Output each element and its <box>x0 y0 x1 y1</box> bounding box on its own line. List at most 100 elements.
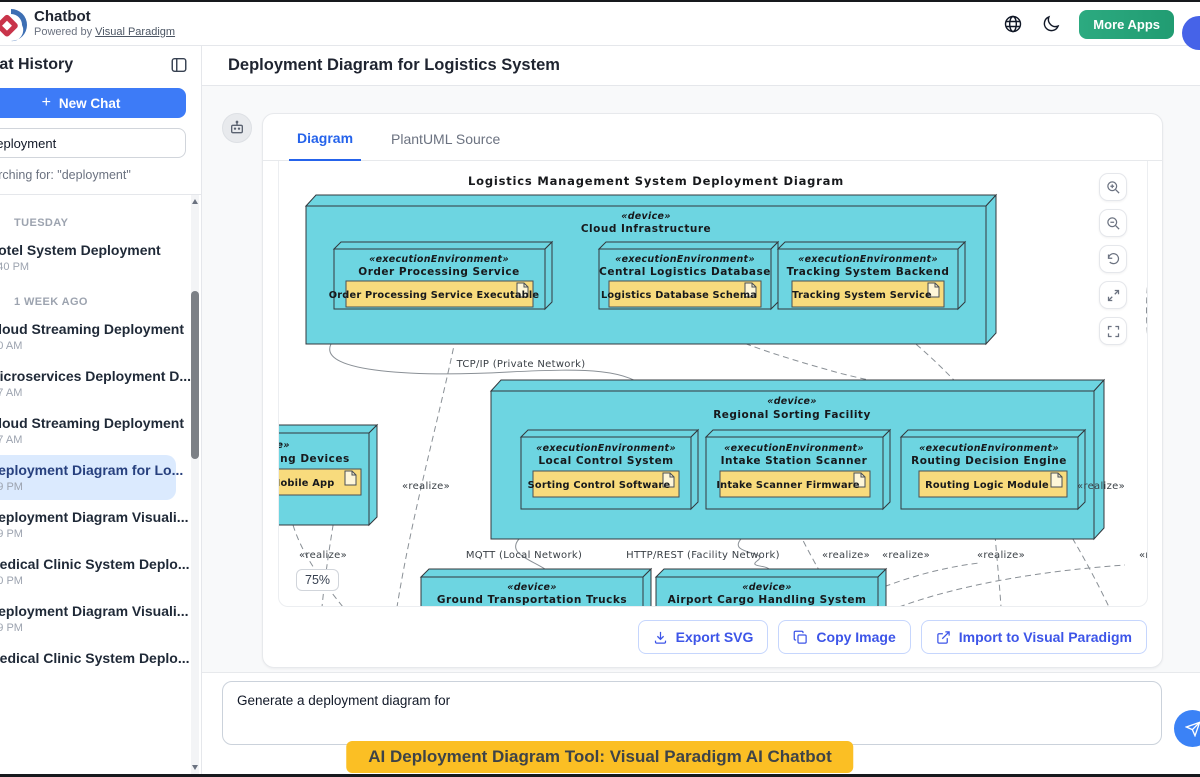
moon-icon[interactable] <box>1041 14 1061 34</box>
chat-history-item[interactable]: Cloud Streaming Deployment 9:37 AM <box>0 408 176 453</box>
edge-label-realize: «realize» <box>822 550 870 561</box>
svg-text:Intake Scanner Firmware: Intake Scanner Firmware <box>716 480 860 491</box>
chat-history-item-selected[interactable]: Deployment Diagram for Lo... 4:29 PM <box>0 455 176 500</box>
diagram-zoom-controls <box>1099 173 1127 345</box>
bot-avatar <box>222 113 252 143</box>
scrollbar-thumb[interactable] <box>191 291 199 459</box>
external-link-icon <box>936 630 951 645</box>
prompt-input[interactable]: Generate a deployment diagram for <box>222 681 1162 745</box>
edge-label-realize: «realize» <box>882 550 930 561</box>
chat-history-item[interactable]: Deployment Diagram Visuali... 4:29 PM <box>0 502 176 547</box>
svg-text:Routing Decision Engine: Routing Decision Engine <box>911 455 1067 467</box>
edge-label-realize: «realize» <box>1077 481 1125 492</box>
main-panel: Deployment Diagram for Logistics System … <box>202 46 1200 774</box>
promo-banner: AI Deployment Diagram Tool: Visual Parad… <box>346 741 853 773</box>
export-svg-button[interactable]: Export SVG <box>638 620 769 654</box>
chat-history-item[interactable]: Medical Clinic System Deplo... 3:20 PM <box>0 549 176 594</box>
app-title: Chatbot <box>34 9 175 26</box>
globe-icon[interactable] <box>1003 14 1023 34</box>
svg-text:Logistics Database Schema: Logistics Database Schema <box>601 290 757 301</box>
svg-text:Driver Mobile App: Driver Mobile App <box>279 478 334 489</box>
brand-block: Chatbot Powered by Visual Paradigm <box>34 9 175 38</box>
edge-label-mqtt: MQTT (Local Network) <box>466 550 582 561</box>
app-window: Chatbot Powered by Visual Paradigm More … <box>0 0 1200 777</box>
node-intake-station-scanner: «executionEnvironment» Intake Station Sc… <box>706 430 890 509</box>
sidebar-scrollbar[interactable] <box>191 195 199 774</box>
reset-view-button[interactable] <box>1099 245 1127 273</box>
chat-history-item[interactable]: Hotel System Deployment 12:40 PM <box>0 235 176 280</box>
tab-diagram[interactable]: Diagram <box>289 130 361 161</box>
diagram-message-card: Diagram PlantUML Source Logistics M <box>262 113 1163 668</box>
new-chat-button[interactable]: + New Chat <box>0 88 186 118</box>
svg-text:«executionEnvironment»: «executionEnvironment» <box>919 443 1059 454</box>
svg-text:Order Processing Service: Order Processing Service <box>358 266 519 278</box>
send-button[interactable] <box>1174 710 1200 747</box>
node-regional-sorting-facility: «device» Regional Sorting Facility «exec… <box>491 380 1104 539</box>
zoom-in-button[interactable] <box>1099 173 1127 201</box>
section-label-week-ago: 1 WEEK AGO <box>0 282 202 312</box>
svg-text:«device»: «device» <box>767 396 817 407</box>
node-tracking-system-backend: «executionEnvironment» Tracking System B… <box>778 242 965 309</box>
chat-history-item[interactable]: Medical Clinic System Deplo... <box>0 643 176 676</box>
header-actions: More Apps <box>1003 2 1200 46</box>
svg-text:«device»: «device» <box>742 582 792 593</box>
more-apps-button[interactable]: More Apps <box>1079 10 1174 39</box>
sidebar-title: Chat History <box>0 56 73 74</box>
fullscreen-button[interactable] <box>1099 317 1127 345</box>
node-local-control-system: «executionEnvironment» Local Control Sys… <box>521 430 698 509</box>
svg-text:Cloud Infrastructure: Cloud Infrastructure <box>581 223 711 235</box>
copy-icon <box>793 630 808 645</box>
chat-history-item[interactable]: Microservices Deployment D... 9:17 AM <box>0 361 176 406</box>
svg-text:«device»: «device» <box>279 440 290 451</box>
download-icon <box>653 630 668 645</box>
svg-text:Tracking System Service: Tracking System Service <box>792 290 932 301</box>
node-airport-cargo-handling-system: «device» Airport Cargo Handling System <box>656 569 886 607</box>
chat-history-item[interactable]: Cloud Streaming Deployment 9:50 AM <box>0 314 176 359</box>
copy-image-button[interactable]: Copy Image <box>778 620 910 654</box>
conversation-titlebar: Deployment Diagram for Logistics System <box>202 46 1200 86</box>
node-central-logistics-database: «executionEnvironment» Central Logistics… <box>599 242 778 309</box>
svg-text:«executionEnvironment»: «executionEnvironment» <box>798 254 938 265</box>
svg-text:Intake Station Scanner: Intake Station Scanner <box>721 455 868 467</box>
section-label-tuesday: TUESDAY <box>0 203 202 233</box>
node-order-processing-service: «executionEnvironment» Order Processing … <box>329 242 552 309</box>
sidebar-inner: Chat History + New Chat Searching for: "… <box>0 46 202 774</box>
svg-text:Ground Transportation Trucks: Ground Transportation Trucks <box>437 594 627 606</box>
svg-text:«device»: «device» <box>507 582 557 593</box>
svg-text:Routing Logic Module: Routing Logic Module <box>925 480 1049 491</box>
node-ground-transportation-trucks: «device» Ground Transportation Trucks <box>421 569 651 607</box>
visual-paradigm-logo <box>0 7 29 43</box>
svg-text:Order Processing Service Execu: Order Processing Service Executable <box>329 290 540 301</box>
send-icon <box>1185 721 1200 737</box>
powered-by: Powered by Visual Paradigm <box>34 26 175 38</box>
edge-label-tcp: TCP/IP (Private Network) <box>456 359 586 370</box>
svg-text:«executionEnvironment»: «executionEnvironment» <box>615 254 755 265</box>
node-driver-tracking-devices: «device» Driver Tracking Devices Driver … <box>279 425 377 525</box>
zoom-out-button[interactable] <box>1099 209 1127 237</box>
uml-deployment-diagram: Logistics Management System Deployment D… <box>279 161 1148 607</box>
chat-area: Diagram PlantUML Source Logistics M <box>202 86 1200 672</box>
collapse-sidebar-icon[interactable] <box>170 56 188 74</box>
edge-label-realize: «realize» <box>1139 550 1148 561</box>
plus-icon: + <box>42 94 51 112</box>
zoom-level-badge: 75% <box>296 569 339 591</box>
scroll-up-arrow[interactable] <box>192 199 198 204</box>
search-input[interactable] <box>0 128 186 158</box>
chat-history-sidebar: Chat History + New Chat Searching for: "… <box>0 46 202 774</box>
chat-history-item[interactable]: Deployment Diagram Visuali... 4:19 PM <box>0 596 176 641</box>
chat-list: TUESDAY Hotel System Deployment 12:40 PM… <box>0 195 202 774</box>
scroll-down-arrow[interactable] <box>192 765 198 770</box>
expand-button[interactable] <box>1099 281 1127 309</box>
node-routing-decision-engine: «executionEnvironment» Routing Decision … <box>901 430 1085 509</box>
import-to-visual-paradigm-button[interactable]: Import to Visual Paradigm <box>921 620 1147 654</box>
visual-paradigm-link[interactable]: Visual Paradigm <box>95 26 175 38</box>
svg-text:Tracking System Backend: Tracking System Backend <box>787 266 950 278</box>
svg-text:«executionEnvironment»: «executionEnvironment» <box>536 443 676 454</box>
edge-label-realize: «realize» <box>977 550 1025 561</box>
edge-label-http: HTTP/REST (Facility Network) <box>626 550 780 561</box>
result-tabs: Diagram PlantUML Source <box>263 114 1162 161</box>
tab-plantuml-source[interactable]: PlantUML Source <box>383 131 508 160</box>
svg-text:«executionEnvironment»: «executionEnvironment» <box>369 254 509 265</box>
svg-text:Central Logistics Database: Central Logistics Database <box>599 266 771 278</box>
diagram-viewport[interactable]: Logistics Management System Deployment D… <box>278 161 1148 607</box>
